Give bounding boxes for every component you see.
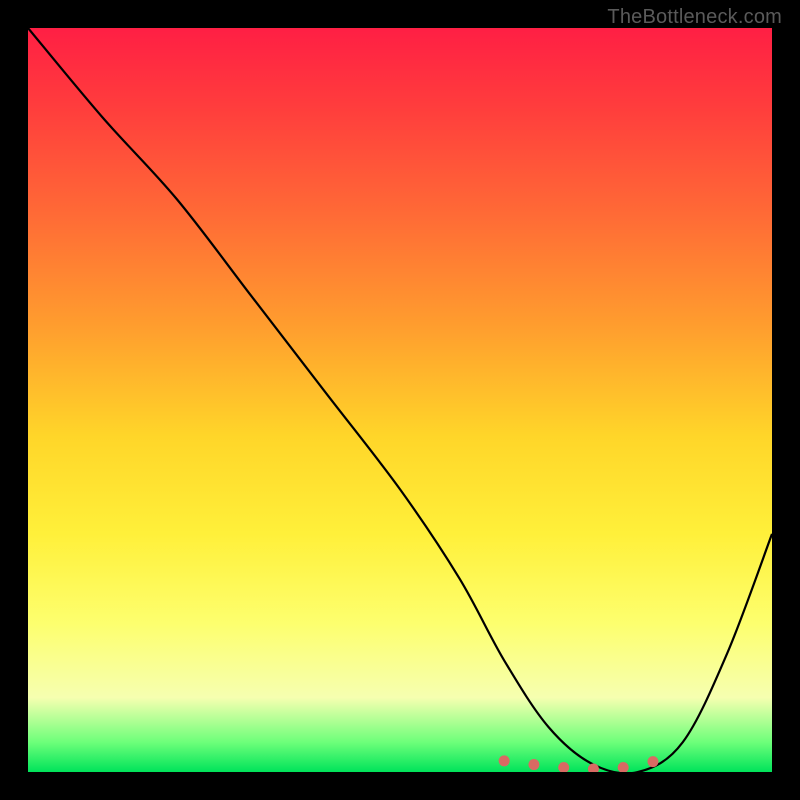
chart-frame: TheBottleneck.com (0, 0, 800, 800)
minimum-marker (647, 756, 658, 767)
minimum-marker (528, 759, 539, 770)
minimum-marker (618, 762, 629, 772)
minimum-marker (588, 764, 599, 772)
watermark-text: TheBottleneck.com (607, 6, 782, 29)
minimum-markers (499, 755, 659, 772)
bottleneck-curve (28, 28, 772, 772)
bottleneck-chart-svg (28, 28, 772, 772)
minimum-marker (558, 762, 569, 772)
minimum-marker (499, 755, 510, 766)
plot-area (28, 28, 772, 772)
